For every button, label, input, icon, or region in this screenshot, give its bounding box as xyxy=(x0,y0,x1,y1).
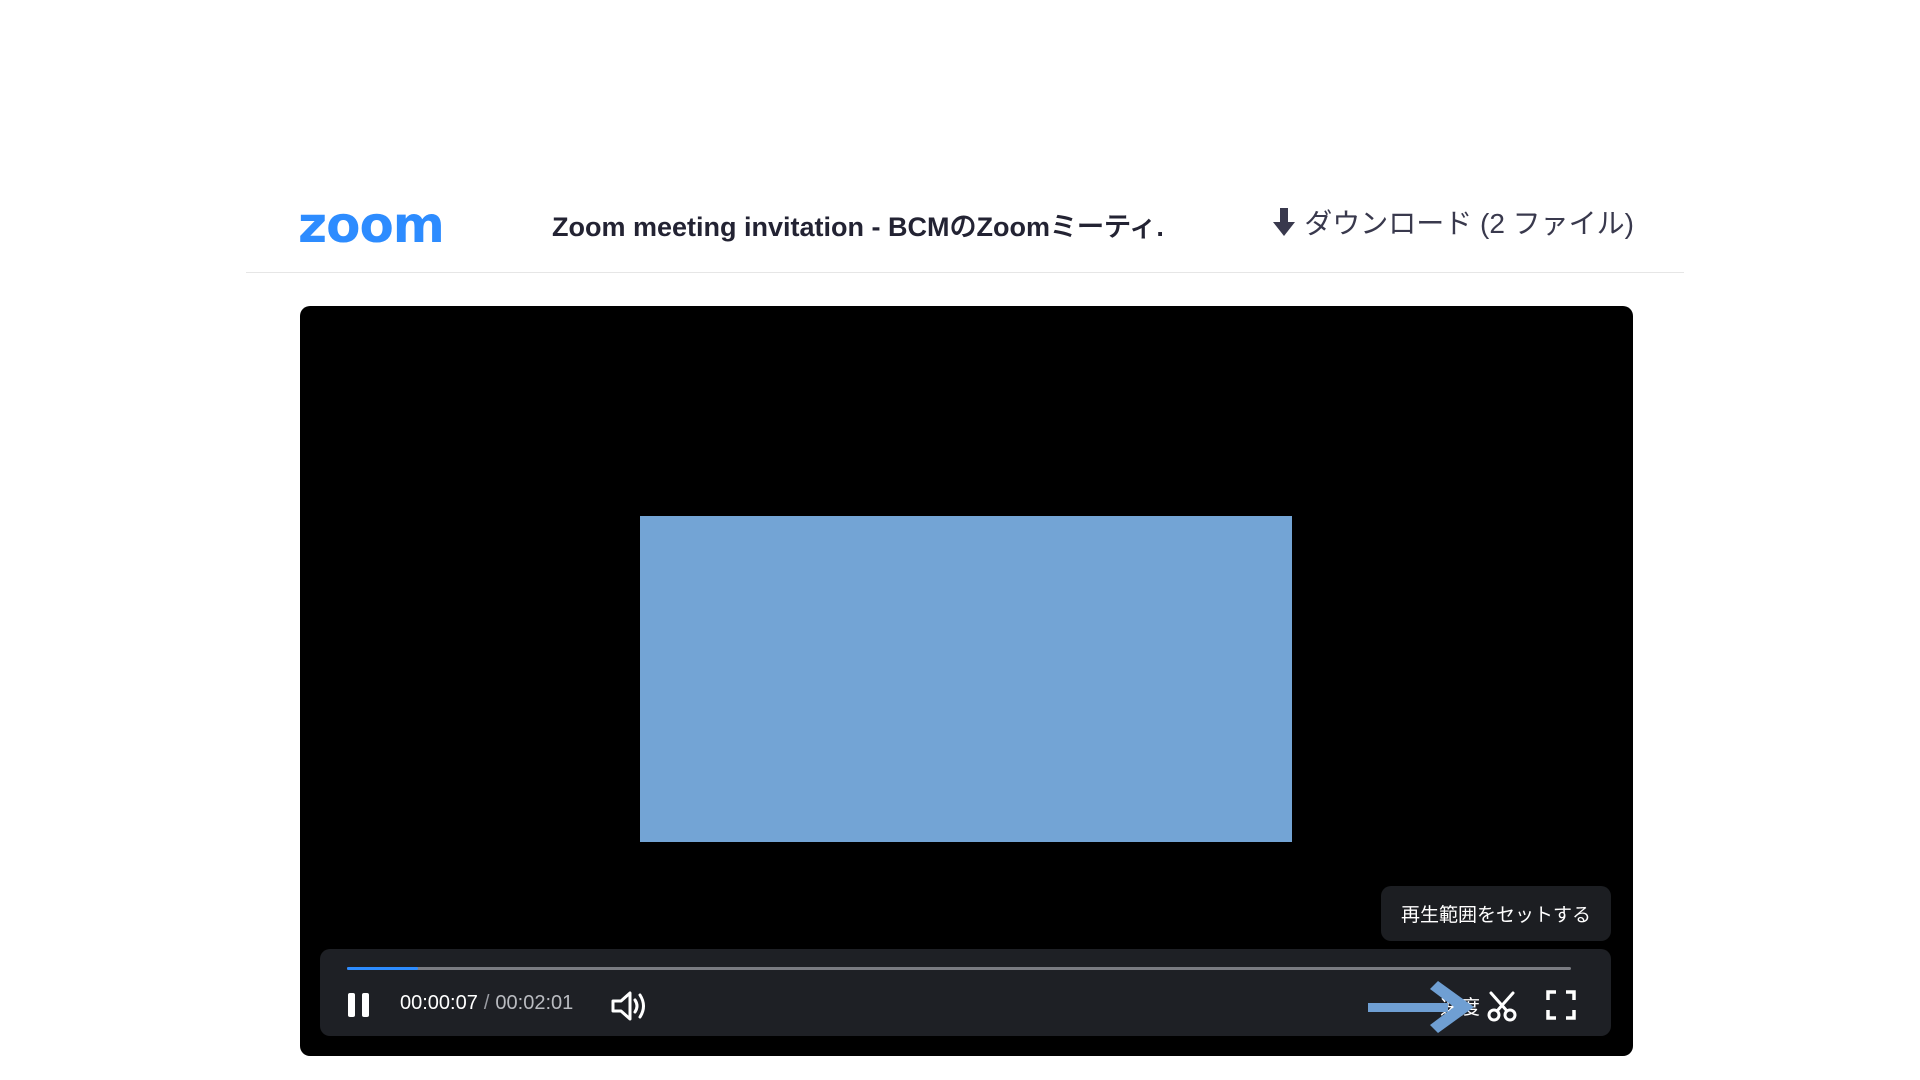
scissors-icon[interactable] xyxy=(1485,989,1519,1023)
volume-icon[interactable] xyxy=(610,989,650,1023)
video-frame[interactable] xyxy=(640,516,1292,842)
progress-bar[interactable] xyxy=(347,967,1571,970)
download-button[interactable]: ダウンロード (2 ファイル) xyxy=(1270,202,1634,242)
trim-tooltip: 再生範囲をセットする xyxy=(1380,886,1611,941)
video-player[interactable]: 再生範囲をセットする 00:00:07/00:02:01 速度 xyxy=(300,306,1633,1056)
fullscreen-icon[interactable] xyxy=(1545,989,1577,1021)
recording-page: zoom Zoom meeting invitation - BCMのZoomミ… xyxy=(0,0,1920,1080)
time-display: 00:00:07/00:02:01 xyxy=(400,992,573,1015)
current-time: 00:00:07 xyxy=(400,992,478,1014)
speed-button[interactable]: 速度 xyxy=(1440,991,1480,1020)
download-label: ダウンロード (2 ファイル) xyxy=(1304,208,1634,239)
time-separator: / xyxy=(483,992,490,1014)
pause-icon[interactable] xyxy=(344,989,374,1021)
zoom-logo[interactable]: zoom xyxy=(298,200,445,250)
header: zoom Zoom meeting invitation - BCMのZoomミ… xyxy=(246,188,1684,273)
player-controls: 00:00:07/00:02:01 速度 xyxy=(320,949,1611,1036)
duration: 00:02:01 xyxy=(495,992,574,1014)
page-title: Zoom meeting invitation - BCMのZoomミーティ..… xyxy=(552,212,1162,242)
download-arrow-icon xyxy=(1273,208,1296,236)
progress-fill xyxy=(347,967,418,970)
